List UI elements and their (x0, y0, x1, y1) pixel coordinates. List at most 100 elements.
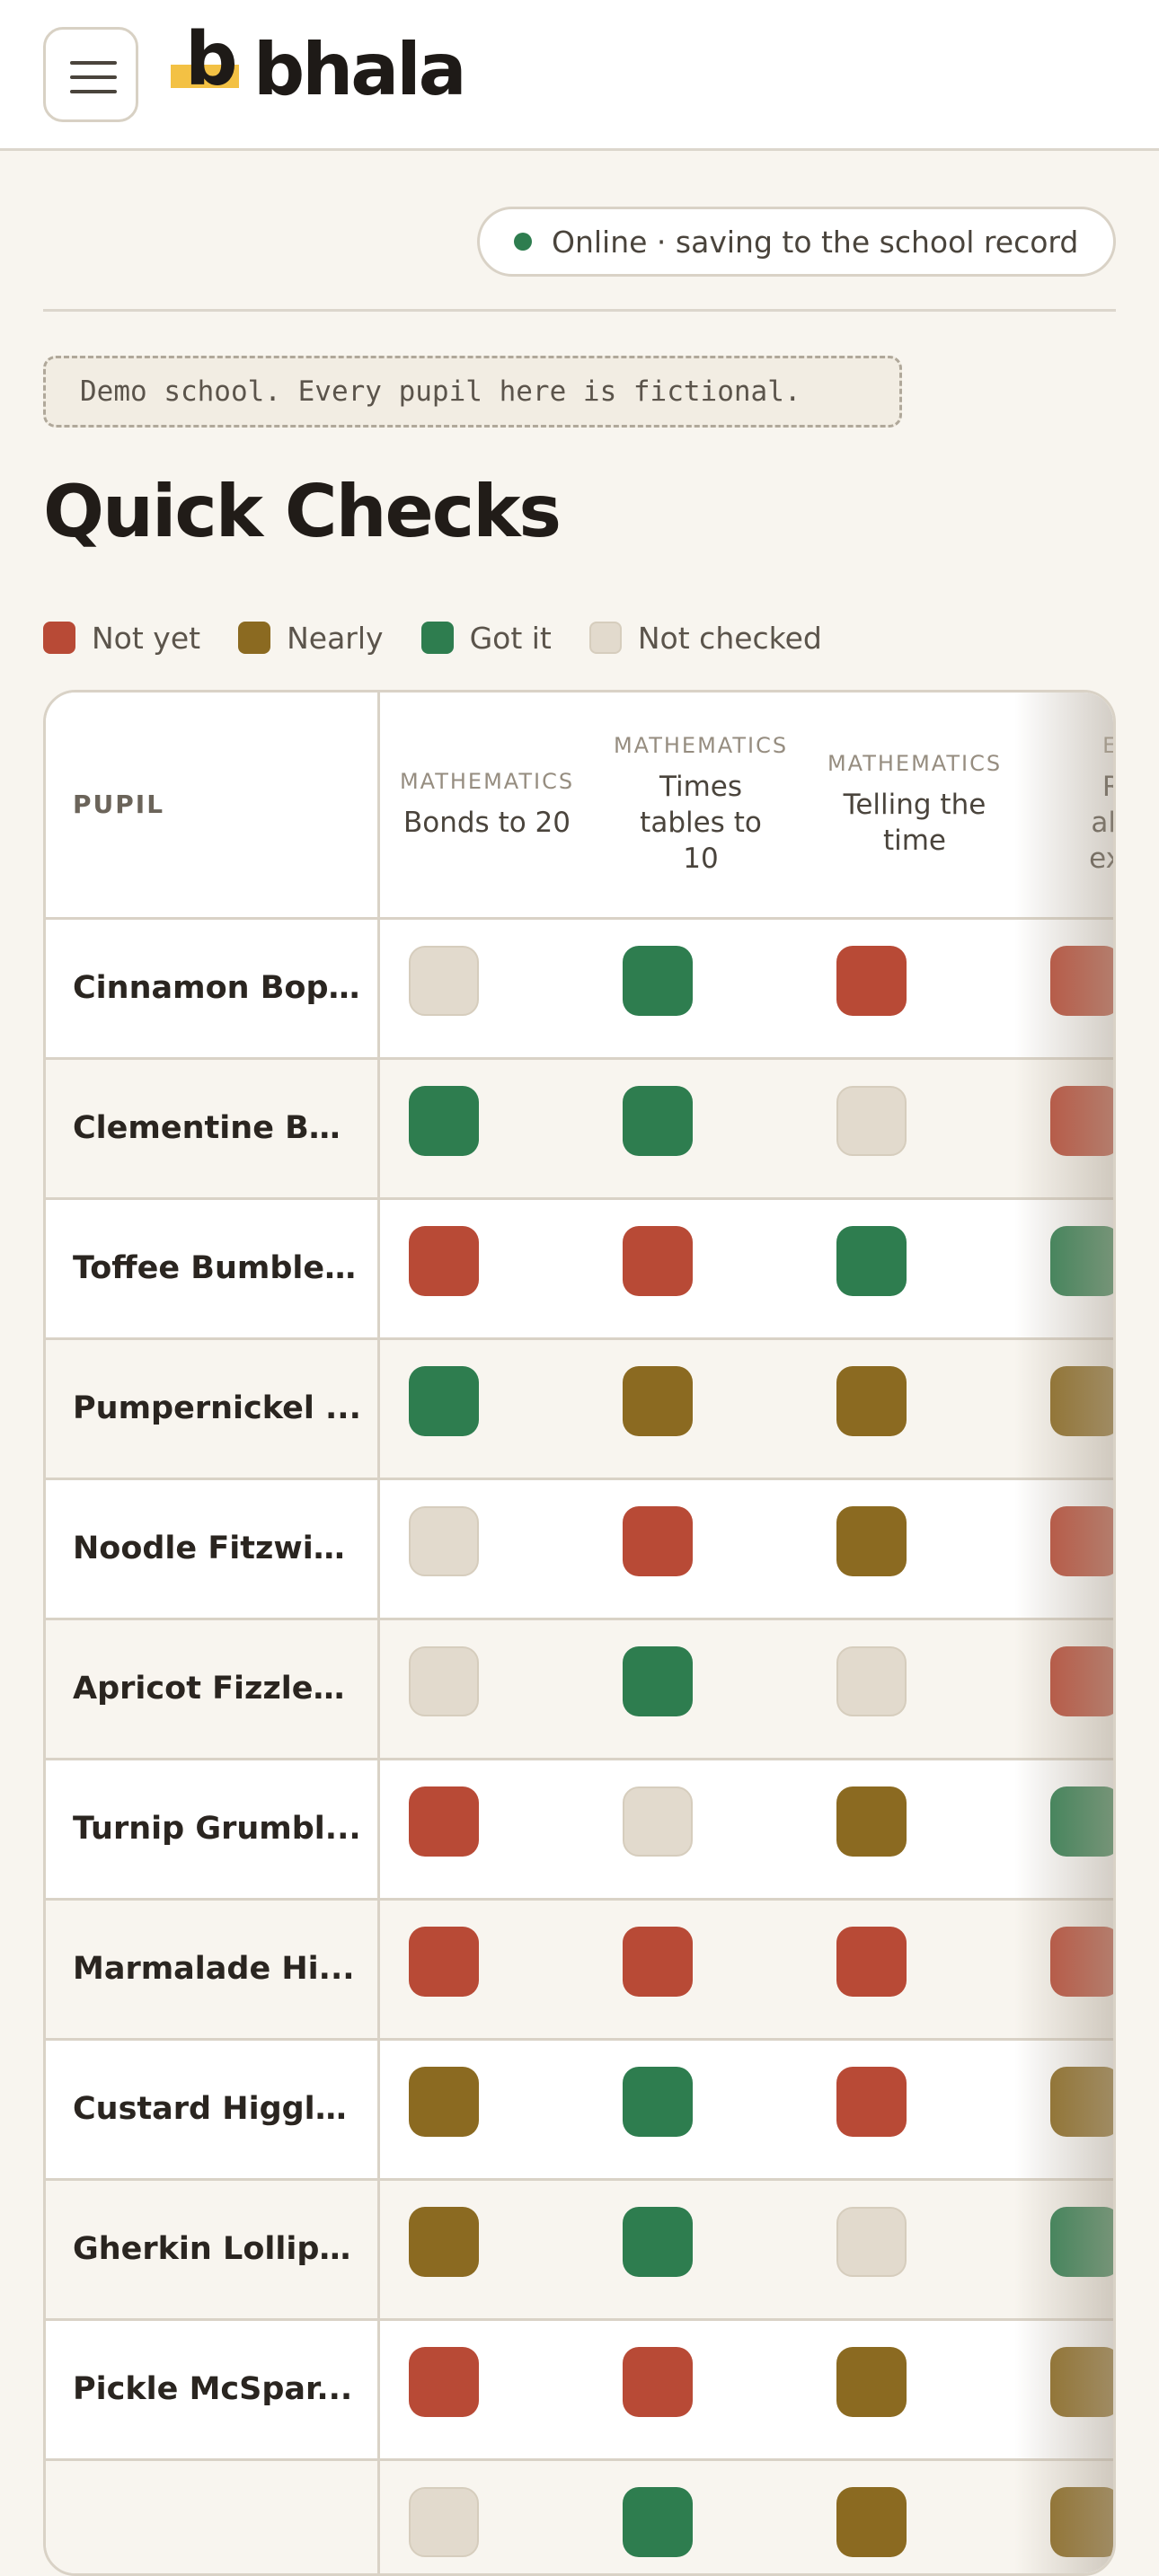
check-cell-not-yet[interactable] (836, 946, 907, 1016)
legend-item-not-yet: Not yet (43, 621, 200, 656)
table-row: Noodle Fitzwig... (46, 1480, 1113, 1620)
check-cell-not-yet[interactable] (623, 1226, 693, 1296)
pupil-name: Marmalade Hi... (73, 1951, 355, 1987)
pupil-cell[interactable]: Clementine Bu... (46, 1060, 380, 1197)
check-cell-not-checked[interactable] (409, 1506, 479, 1576)
check-cell-nearly[interactable] (623, 1366, 693, 1436)
legend: Not yet Nearly Got it Not checked (43, 618, 860, 657)
check-cell-not-yet[interactable] (409, 2347, 479, 2417)
check-cell-not-checked[interactable] (409, 2487, 479, 2557)
pupil-cell[interactable]: Turnip Grumbl... (46, 1760, 380, 1898)
check-cell-not-checked[interactable] (409, 946, 479, 1016)
logo-mark: b (171, 23, 239, 97)
check-cell-not-yet[interactable] (623, 1927, 693, 1997)
hamburger-icon-line (70, 90, 117, 93)
check-cell-got-it[interactable] (623, 2207, 693, 2277)
check-cell-nearly[interactable] (836, 1506, 907, 1576)
check-cell-nearly[interactable] (1050, 1366, 1113, 1436)
pupil-column-header: PUPIL (46, 693, 380, 920)
check-cell-got-it[interactable] (836, 1226, 907, 1296)
pupil-cell[interactable]: Marmalade Hi... (46, 1901, 380, 2038)
check-cell-got-it[interactable] (1050, 1786, 1113, 1857)
pupil-cell[interactable]: Noodle Fitzwig... (46, 1480, 380, 1618)
check-cell-nearly[interactable] (836, 1786, 907, 1857)
check-cell-got-it[interactable] (623, 1646, 693, 1716)
pupil-cell[interactable]: Pumpernickel ... (46, 1340, 380, 1478)
pupil-cell[interactable]: Custard Higgle... (46, 2041, 380, 2178)
check-cell-not-yet[interactable] (1050, 1086, 1113, 1156)
hamburger-icon-line (70, 75, 117, 79)
quick-checks-grid[interactable]: PUPIL MATHEMATICS Bonds to 20 MATHEMATIC… (43, 690, 1116, 2576)
check-cell-not-yet[interactable] (409, 1927, 479, 1997)
table-row: Cinnamon Bop... (46, 920, 1113, 1060)
logo-letter: b (185, 17, 238, 102)
check-cell-not-checked[interactable] (836, 1646, 907, 1716)
check-cell-not-yet[interactable] (836, 1927, 907, 1997)
pupil-cell[interactable]: Gherkin Lollipo... (46, 2181, 380, 2318)
divider (43, 309, 1116, 312)
check-cell-nearly[interactable] (409, 2207, 479, 2277)
table-row: Toffee Bumbles... (46, 1200, 1113, 1340)
column-header[interactable]: ENG Rea alouc expre (1022, 693, 1116, 920)
check-cell-not-yet[interactable] (836, 2067, 907, 2137)
check-cell-got-it[interactable] (623, 2487, 693, 2557)
column-name: Bonds to 20 (403, 807, 571, 839)
column-header[interactable]: MATHEMATICS Bonds to 20 (380, 693, 594, 920)
legend-item-not-checked: Not checked (588, 621, 822, 656)
pupil-cell[interactable]: Toffee Bumbles... (46, 1200, 380, 1337)
brand-name: bhala (253, 28, 467, 111)
menu-button[interactable] (43, 27, 138, 122)
check-cell-not-yet[interactable] (409, 1786, 479, 1857)
check-cell-not-yet[interactable] (623, 1506, 693, 1576)
pupil-name: Apricot Fizzleb... (73, 1671, 362, 1707)
pupil-cell[interactable]: Pickle McSpar... (46, 2321, 380, 2458)
check-cell-got-it[interactable] (409, 1366, 479, 1436)
check-cell-not-yet[interactable] (1050, 1927, 1113, 1997)
legend-label: Nearly (287, 620, 384, 656)
pupil-name: Toffee Bumbles... (73, 1250, 362, 1286)
check-cell-got-it[interactable] (1050, 2207, 1113, 2277)
table-row: Custard Higgle... (46, 2041, 1113, 2181)
check-cell-not-yet[interactable] (409, 1226, 479, 1296)
check-cell-nearly[interactable] (836, 2487, 907, 2557)
check-cell-not-yet[interactable] (1050, 946, 1113, 1016)
check-cell-not-yet[interactable] (1050, 1646, 1113, 1716)
check-cell-not-yet[interactable] (1050, 1506, 1113, 1576)
check-cell-nearly[interactable] (409, 2067, 479, 2137)
check-cell-not-checked[interactable] (409, 1646, 479, 1716)
check-cell-got-it[interactable] (623, 946, 693, 1016)
demo-notice-text: Demo school. Every pupil here is fiction… (80, 375, 801, 408)
check-cell-nearly[interactable] (1050, 2487, 1113, 2557)
pupil-cell[interactable] (46, 2461, 380, 2573)
check-cell-nearly[interactable] (836, 1366, 907, 1436)
column-subject: MATHEMATICS (399, 769, 575, 794)
check-cell-not-checked[interactable] (836, 2207, 907, 2277)
check-cell-got-it[interactable] (409, 1086, 479, 1156)
legend-swatch (43, 622, 75, 654)
pupil-header-label: PUPIL (73, 790, 165, 819)
check-cell-got-it[interactable] (1050, 1226, 1113, 1296)
check-cell-not-checked[interactable] (836, 1086, 907, 1156)
connection-status-text: Online · saving to the school record (552, 224, 1079, 260)
check-cell-nearly[interactable] (1050, 2347, 1113, 2417)
column-name: Rea alouc expre (1089, 771, 1116, 875)
check-cell-nearly[interactable] (836, 2347, 907, 2417)
column-subject: ENG (1102, 733, 1113, 758)
column-header[interactable]: MATHEMATICS Telling the time (808, 693, 1022, 920)
check-cell-not-yet[interactable] (623, 2347, 693, 2417)
pupil-name: Noodle Fitzwig... (73, 1531, 362, 1566)
check-cell-nearly[interactable] (1050, 2067, 1113, 2137)
column-header[interactable]: MATHEMATICS Times tables to 10 (594, 693, 808, 920)
connection-status: Online · saving to the school record (477, 207, 1116, 277)
legend-swatch (588, 622, 622, 654)
pupil-cell[interactable]: Apricot Fizzleb... (46, 1620, 380, 1758)
check-cell-got-it[interactable] (623, 2067, 693, 2137)
legend-swatch (420, 622, 454, 654)
table-row (46, 2461, 1113, 2573)
pupil-cell[interactable]: Cinnamon Bop... (46, 920, 380, 1057)
check-cell-got-it[interactable] (623, 1086, 693, 1156)
pupil-name: Clementine Bu... (73, 1110, 362, 1146)
table-row: Pickle McSpar... (46, 2321, 1113, 2461)
check-cell-not-checked[interactable] (623, 1786, 693, 1857)
pupil-name: Pickle McSpar... (73, 2371, 353, 2407)
